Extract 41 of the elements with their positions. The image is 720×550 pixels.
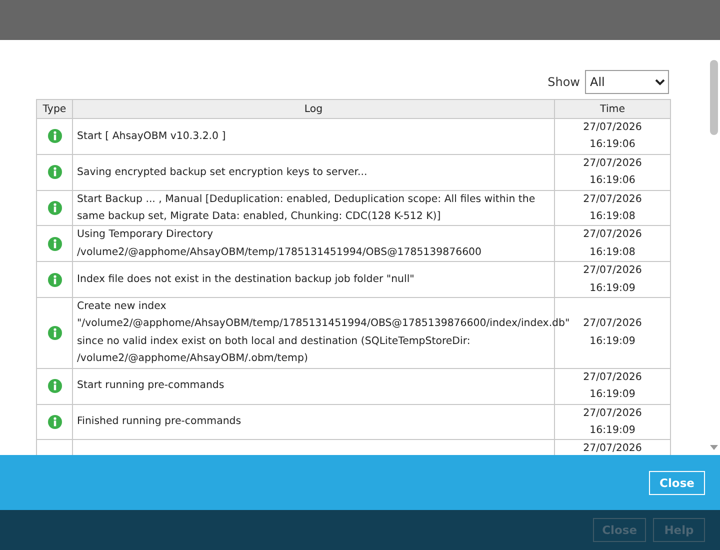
log-message: Start [ AhsayOBM v10.3.2.0 ] (77, 130, 226, 142)
log-message: Start running pre-commands (77, 380, 224, 392)
info-icon (48, 201, 62, 216)
log-date: 27/07/2026 (583, 194, 642, 205)
log-time: 16:19:06 (590, 139, 636, 150)
info-icon (48, 272, 62, 287)
log-time: 16:19:09 (590, 336, 636, 347)
log-message: Saving encrypted backup set encryption keys to server... (77, 166, 368, 178)
scroll-down-arrow-icon[interactable] (710, 445, 718, 450)
log-date: 27/07/2026 (583, 229, 642, 240)
info-icon (48, 414, 62, 429)
log-date: 27/07/2026 (583, 372, 642, 383)
log-date: 27/07/2026 (583, 408, 642, 418)
log-time: 16:19:09 (590, 389, 636, 400)
show-dropdown[interactable]: All (585, 70, 669, 94)
log-date: 27/07/2026 (583, 318, 642, 330)
log-message: Start Backup ... , Manual [Deduplication: enabled, Deduplication scope: All files within the same backup set, Migrate Data: enabled, Chunking: CDC(128 K-512 K)] (77, 194, 536, 222)
log-date: 27/07/2026 (583, 122, 642, 133)
log-time: 16:19:08 (590, 211, 636, 222)
log-time: 16:19:06 (590, 175, 636, 186)
log-time: 16:19:09 (590, 424, 636, 436)
log-date: 27/07/2026 (583, 443, 642, 454)
column-header: Time (554, 100, 670, 118)
log-message: Create new index "/volume2/@apphome/AhsayOBM/temp/1785131451994/OBS@1785139876600/index/index.db" since no valid index exist on both local and destination (SQLiteTempStoreDir: /volume2/@apphome/AhsayOBM/.obm/temp) (77, 301, 570, 364)
scrollbar-thumb[interactable] (710, 60, 718, 135)
info-icon (48, 236, 62, 251)
info-icon (48, 129, 62, 144)
column-header: Log (72, 100, 554, 118)
log-message: Index file does not exist in the destination backup job folder "null" (77, 274, 414, 285)
log-time: 16:19:08 (590, 246, 636, 258)
info-icon (48, 165, 62, 180)
log-time: 16:19:09 (590, 282, 636, 294)
log-message: Finished running pre-commands (77, 416, 242, 428)
info-icon (48, 326, 62, 340)
log-date: 27/07/2026 (583, 265, 642, 276)
log-date: 27/07/2026 (583, 158, 642, 169)
info-icon (48, 379, 62, 394)
show-label: Show (548, 75, 580, 89)
log-message: Using Temporary Directory /volume2/@apphome/AhsayOBM/temp/1785131451994/OBS@1785139876600 (77, 229, 482, 258)
close-button[interactable]: Close (649, 470, 705, 494)
column-header: Type (36, 100, 72, 118)
